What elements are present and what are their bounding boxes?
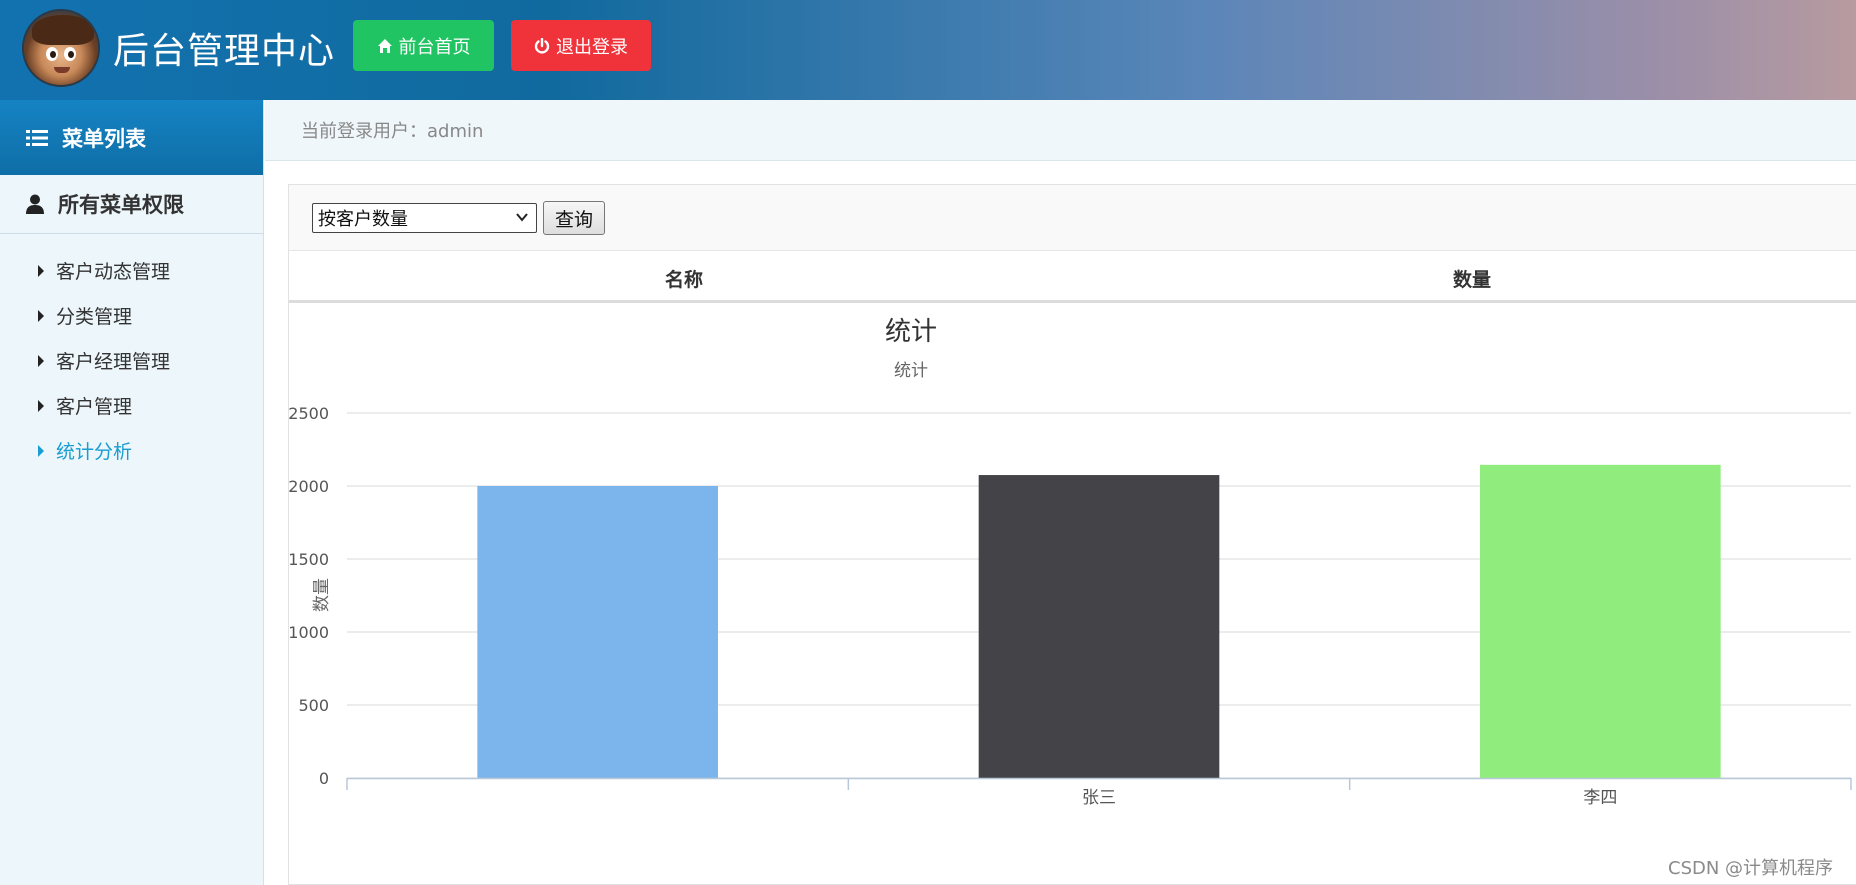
logout-button-label: 退出登录 (556, 36, 628, 58)
x-tick-label: 李四 (1583, 788, 1617, 808)
table-header: 名称 数量 (289, 251, 1856, 303)
sidebar-item-label: 客户动态管理 (56, 261, 171, 283)
current-user-bar: 当前登录用户：admin (265, 100, 1856, 161)
chart-y-axis-label: 数量 (312, 578, 332, 612)
sidebar-group-title: 所有菜单权限 (58, 193, 184, 217)
bar (477, 486, 718, 778)
sidebar-item-account-manager[interactable]: 客户经理管理 (0, 338, 263, 383)
sidebar-menu-title: 菜单列表 (62, 126, 146, 151)
caret-right-icon (38, 399, 44, 412)
bar (978, 475, 1220, 778)
sidebar-item-label: 客户管理 (56, 396, 133, 418)
user-icon (26, 194, 44, 214)
chevron-down-icon (516, 213, 528, 222)
current-user-text: 当前登录用户：admin (301, 121, 484, 142)
sidebar-menu-list: 客户动态管理 分类管理 客户经理管理 客户管理 统计分析 (0, 234, 263, 473)
bar-chart-svg: 统计 统计 数量 0 500 1000 1500 2000 2500 张三 李四 (288, 317, 1852, 808)
stats-panel: 按客户数量 查询 名称 数量 统计 统计 数量 0 500 1000 1500 2000… (288, 184, 1856, 885)
bar-chart: 统计 统计 数量 0 500 1000 1500 2000 2500 张三 李四 (288, 306, 1856, 885)
sidebar-menu-header: 菜单列表 (0, 100, 263, 175)
caret-right-icon (38, 444, 44, 457)
sidebar-item-statistics[interactable]: 统计分析 (0, 428, 263, 473)
sidebar-item-customer-activity[interactable]: 客户动态管理 (0, 248, 263, 293)
top-header: 后台管理中心 前台首页 退出登录 (0, 0, 1856, 100)
sidebar-item-customer[interactable]: 客户管理 (0, 383, 263, 428)
sidebar-item-label: 统计分析 (56, 441, 133, 463)
y-tick-label: 2500 (289, 404, 329, 423)
caret-right-icon (38, 264, 44, 277)
watermark: CSDN @计算机程序 (1668, 858, 1834, 879)
bar (1480, 464, 1721, 778)
app-title: 后台管理中心 (113, 31, 336, 72)
stat-type-select[interactable]: 按客户数量 (312, 203, 537, 233)
home-icon (377, 38, 392, 53)
y-tick-label: 2000 (289, 477, 329, 496)
y-tick-label: 0 (319, 769, 329, 788)
y-tick-label: 1500 (289, 550, 329, 569)
chart-title: 统计 (885, 317, 937, 347)
column-header-name: 名称 (664, 269, 704, 291)
power-icon (534, 37, 550, 53)
avatar (22, 9, 100, 87)
y-tick-label: 1000 (289, 623, 329, 642)
sidebar-item-label: 分类管理 (56, 306, 133, 328)
query-button[interactable]: 查询 (543, 201, 605, 235)
home-button-label: 前台首页 (398, 36, 471, 58)
sidebar: 菜单列表 所有菜单权限 客户动态管理 分类管理 客户经理管理 客户管理 统计分析 (0, 100, 264, 885)
sidebar-group-header[interactable]: 所有菜单权限 (0, 175, 263, 234)
stat-type-select-value: 按客户数量 (318, 209, 408, 230)
x-tick-label: 张三 (1082, 788, 1116, 808)
chart-subtitle: 统计 (894, 361, 928, 381)
query-toolbar: 按客户数量 查询 (289, 185, 1856, 251)
sidebar-item-label: 客户经理管理 (56, 351, 171, 373)
sidebar-item-category[interactable]: 分类管理 (0, 293, 263, 338)
caret-right-icon (38, 309, 44, 322)
logout-button[interactable]: 退出登录 (511, 20, 651, 71)
column-header-quantity: 数量 (1452, 269, 1492, 291)
home-button[interactable]: 前台首页 (353, 20, 494, 71)
y-tick-label: 500 (298, 696, 329, 715)
caret-right-icon (38, 354, 44, 367)
list-icon (26, 129, 48, 146)
